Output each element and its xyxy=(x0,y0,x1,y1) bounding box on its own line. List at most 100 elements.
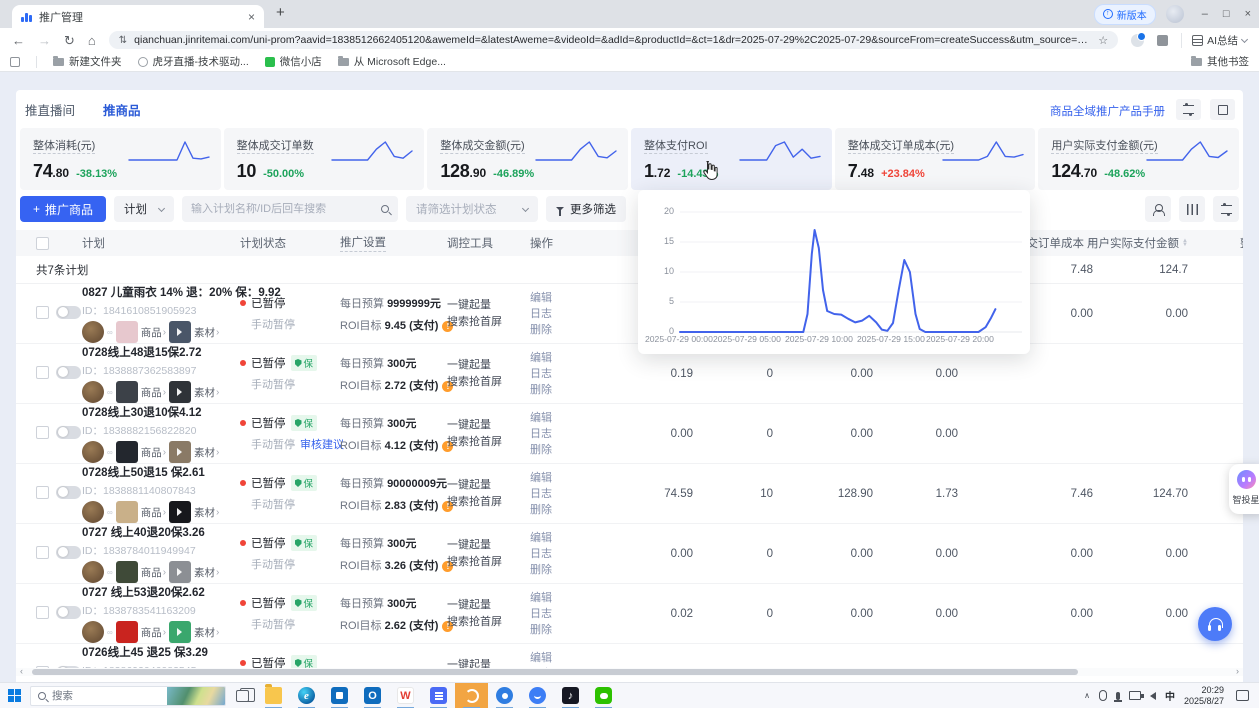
new-version-button[interactable]: ↑ 新版本 xyxy=(1094,4,1156,25)
product-link[interactable]: 商品› xyxy=(141,625,166,640)
material-link[interactable]: 素材› xyxy=(194,325,219,340)
fullscreen-button[interactable] xyxy=(1210,99,1235,120)
tool-one-key-boost[interactable]: 一键起量 xyxy=(447,537,530,554)
window-maximize-button[interactable]: □ xyxy=(1223,8,1230,20)
material-link[interactable]: 素材› xyxy=(194,445,219,460)
select-all-checkbox[interactable] xyxy=(36,237,49,250)
plan-title[interactable]: 0728线上50退15 保2.61 xyxy=(82,464,240,480)
taskbar-app-edge[interactable]: e xyxy=(290,683,323,708)
stat-card-roi[interactable]: 整体支付ROI 1.72-14.43% xyxy=(631,128,832,190)
apps-grid-icon[interactable] xyxy=(10,57,20,67)
scroll-right-icon[interactable]: › xyxy=(1236,666,1239,676)
action-delete[interactable]: 删除 xyxy=(530,562,575,578)
back-icon[interactable]: ← xyxy=(12,34,25,47)
taskbar-app-active-chat[interactable] xyxy=(455,683,488,708)
action-edit[interactable]: 编辑 xyxy=(530,410,575,426)
action-edit[interactable]: 编辑 xyxy=(530,530,575,546)
extension-badge-icon[interactable] xyxy=(1131,34,1144,47)
stat-card-paid-amount[interactable]: 用户实际支付金额(元) 124.70-48.62% xyxy=(1038,128,1239,190)
action-edit[interactable]: 编辑 xyxy=(530,290,575,306)
export-button[interactable] xyxy=(1145,196,1171,222)
search-icon[interactable] xyxy=(381,205,389,213)
tab-live-room[interactable]: 推直播间 xyxy=(25,100,75,119)
product-link[interactable]: 商品› xyxy=(141,385,166,400)
address-bar[interactable]: ⇅ qianchuan.jinritemai.com/uni-prom?aavi… xyxy=(109,31,1118,49)
row-checkbox[interactable] xyxy=(36,486,49,499)
refresh-icon[interactable]: ↻ xyxy=(64,34,75,47)
plan-title[interactable]: 0727 线上40退20保3.26 xyxy=(82,524,240,540)
tool-one-key-boost[interactable]: 一键起量 xyxy=(447,477,530,494)
browser-tab[interactable]: 推广管理 × xyxy=(12,5,264,28)
action-delete[interactable]: 删除 xyxy=(530,322,575,338)
ime-indicator[interactable]: 中 xyxy=(1165,688,1175,703)
product-link[interactable]: 商品› xyxy=(141,445,166,460)
col-paid-amount[interactable]: 用户实际支付金额▲▼ xyxy=(1087,235,1210,251)
tool-search-screen[interactable]: 搜索抢首屏 xyxy=(447,314,530,331)
taskbar-app-browser-circle[interactable] xyxy=(488,683,521,708)
col-actions[interactable]: 操作 xyxy=(530,235,575,251)
plan-title[interactable]: 0726线上45 退25 保3.29 xyxy=(82,644,240,660)
taskbar-clock[interactable]: 20:29 2025/8/27 xyxy=(1184,685,1224,707)
custom-columns-button[interactable] xyxy=(1179,196,1205,222)
product-link[interactable]: 商品› xyxy=(141,565,166,580)
taskbar-app-store[interactable] xyxy=(323,683,356,708)
action-log[interactable]: 日志 xyxy=(530,306,575,322)
material-link[interactable]: 素材› xyxy=(194,505,219,520)
tool-one-key-boost[interactable]: 一键起量 xyxy=(447,597,530,614)
col-plan[interactable]: 计划 xyxy=(82,235,240,251)
bookmark-star-icon[interactable]: ☆ xyxy=(1098,34,1108,47)
tool-search-screen[interactable]: 搜索抢首屏 xyxy=(447,494,530,511)
plan-search[interactable] xyxy=(182,196,398,222)
new-tab-button[interactable]: + xyxy=(276,4,285,21)
col-overall[interactable]: 整体 xyxy=(1210,235,1243,251)
home-icon[interactable]: ⌂ xyxy=(88,34,96,47)
tool-search-screen[interactable]: 搜索抢首屏 xyxy=(447,374,530,391)
taskbar-app-douyin[interactable]: ♪ xyxy=(554,683,587,708)
microphone-icon[interactable] xyxy=(1116,692,1120,700)
col-tools[interactable]: 调控工具 xyxy=(447,235,530,251)
action-edit[interactable]: 编辑 xyxy=(530,650,575,666)
action-log[interactable]: 日志 xyxy=(530,546,575,562)
scrollbar-thumb[interactable] xyxy=(32,669,1078,675)
row-toggle[interactable] xyxy=(56,366,81,379)
sort-icon[interactable]: ▲▼ xyxy=(1182,239,1188,247)
mouse-icon[interactable] xyxy=(1099,690,1107,701)
action-log[interactable]: 日志 xyxy=(530,366,575,382)
other-bookmarks[interactable]: 其他书签 xyxy=(1191,54,1249,69)
site-settings-icon[interactable]: ⇅ xyxy=(119,35,127,46)
row-toggle[interactable] xyxy=(56,426,81,439)
speaker-icon[interactable] xyxy=(1150,692,1156,700)
tool-search-screen[interactable]: 搜索抢首屏 xyxy=(447,434,530,451)
review-link[interactable]: 审核建议 xyxy=(300,439,344,451)
action-delete[interactable]: 删除 xyxy=(530,622,575,638)
material-link[interactable]: 素材› xyxy=(194,565,219,580)
table-settings-button[interactable] xyxy=(1213,196,1239,222)
taskbar-app-docs[interactable] xyxy=(422,683,455,708)
stat-card-order-cost[interactable]: 整体成交订单成本(元) 7.48+23.84% xyxy=(835,128,1036,190)
bookmark-item[interactable]: 从 Microsoft Edge... xyxy=(338,54,446,69)
forward-icon[interactable]: → xyxy=(38,34,51,47)
notifications-icon[interactable] xyxy=(1236,690,1249,701)
plan-type-select[interactable]: 计划 xyxy=(114,196,174,222)
taskbar-app-blue2[interactable] xyxy=(521,683,554,708)
row-toggle[interactable] xyxy=(56,306,81,319)
display-icon[interactable] xyxy=(1129,691,1141,700)
col-status[interactable]: 计划状态 xyxy=(240,235,340,251)
extensions-icon[interactable] xyxy=(1157,35,1168,46)
row-toggle[interactable] xyxy=(56,546,81,559)
row-checkbox[interactable] xyxy=(36,306,49,319)
plan-title[interactable]: 0727 线上53退20保2.62 xyxy=(82,584,240,600)
bookmark-item[interactable]: 新建文件夹 xyxy=(53,54,122,69)
plan-title[interactable]: 0728线上30退10保4.12 xyxy=(82,404,240,420)
manual-link[interactable]: 商品全域推广产品手册 xyxy=(1050,103,1165,119)
action-edit[interactable]: 编辑 xyxy=(530,590,575,606)
row-checkbox[interactable] xyxy=(36,606,49,619)
start-button[interactable] xyxy=(8,689,21,702)
window-minimize-button[interactable]: – xyxy=(1202,8,1208,20)
tab-product[interactable]: 推商品 xyxy=(103,100,141,119)
row-toggle[interactable] xyxy=(56,606,81,619)
action-log[interactable]: 日志 xyxy=(530,606,575,622)
stat-card-cost[interactable]: 整体消耗(元) 74.80-38.13% xyxy=(20,128,221,190)
taskbar-search[interactable] xyxy=(30,686,226,706)
taskbar-app-explorer[interactable] xyxy=(257,683,290,708)
